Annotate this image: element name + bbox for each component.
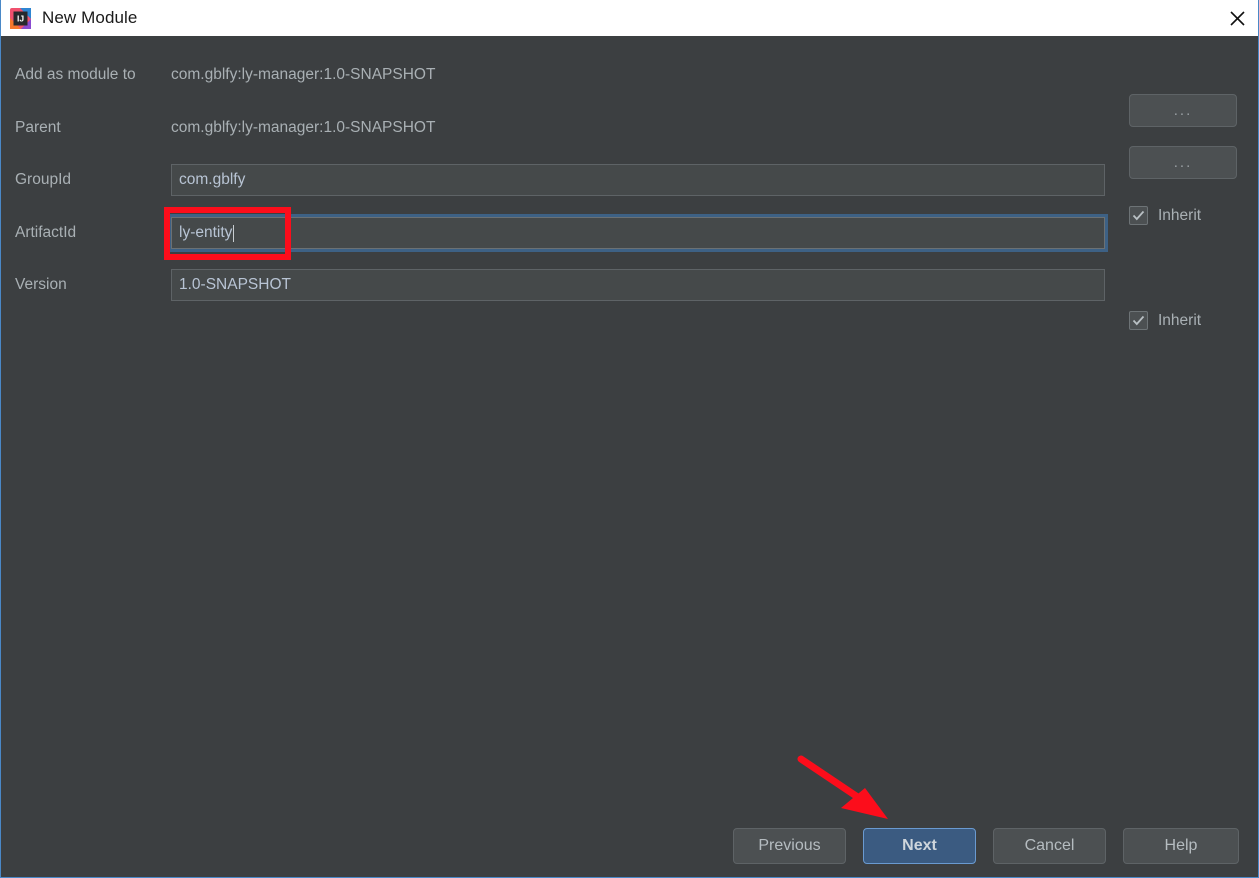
label-artifactid: ArtifactId: [15, 224, 77, 241]
inherit-version-checkbox[interactable]: Inherit: [1129, 311, 1201, 330]
form-row-groupid: GroupId com.gblfy: [1, 164, 1258, 196]
inherit-groupid-checkbox[interactable]: Inherit: [1129, 206, 1201, 225]
version-input[interactable]: 1.0-SNAPSHOT: [171, 269, 1105, 301]
svg-text:IJ: IJ: [17, 13, 24, 23]
form-row-artifactid: ArtifactId ly-entity: [1, 214, 1258, 252]
groupid-input[interactable]: com.gblfy: [171, 164, 1105, 196]
form-row-add-as-module-to: Add as module to com.gblfy:ly-manager:1.…: [1, 60, 1258, 90]
previous-button[interactable]: Previous: [733, 828, 846, 864]
artifactid-input[interactable]: ly-entity: [168, 214, 1108, 252]
value-add-as-module-to: com.gblfy:ly-manager:1.0-SNAPSHOT: [171, 66, 436, 83]
label-add-as-module-to: Add as module to: [15, 66, 136, 83]
label-groupid: GroupId: [15, 171, 72, 188]
dialog-title: New Module: [42, 8, 138, 27]
cancel-button[interactable]: Cancel: [993, 828, 1106, 864]
dialog-body: Add as module to com.gblfy:ly-manager:1.…: [1, 36, 1258, 876]
checkmark-icon: [1129, 206, 1148, 225]
artifactid-input-value: ly-entity: [179, 224, 233, 241]
intellij-idea-logo-icon: IJ: [10, 7, 31, 29]
label-version: Version: [15, 276, 67, 293]
new-module-dialog: IJ New Module Add as module to com.gblfy…: [0, 0, 1259, 878]
inherit-groupid-label: Inherit: [1158, 206, 1202, 224]
browse-module-button[interactable]: ...: [1129, 94, 1237, 127]
close-icon[interactable]: [1214, 0, 1258, 36]
inherit-version-label: Inherit: [1158, 311, 1202, 329]
dialog-titlebar: IJ New Module: [1, 0, 1258, 36]
form-row-parent: Parent com.gblfy:ly-manager:1.0-SNAPSHOT: [1, 113, 1258, 143]
dialog-footer: Previous Next Cancel Help: [1, 828, 1258, 876]
next-button[interactable]: Next: [863, 828, 976, 864]
form-row-version: Version 1.0-SNAPSHOT: [1, 269, 1258, 301]
groupid-input-value: com.gblfy: [179, 171, 246, 188]
help-button[interactable]: Help: [1123, 828, 1239, 864]
text-caret: [233, 224, 235, 242]
version-input-value: 1.0-SNAPSHOT: [179, 276, 291, 293]
checkmark-icon: [1129, 311, 1148, 330]
value-parent: com.gblfy:ly-manager:1.0-SNAPSHOT: [171, 119, 436, 136]
label-parent: Parent: [15, 119, 61, 136]
browse-parent-button[interactable]: ...: [1129, 146, 1237, 179]
